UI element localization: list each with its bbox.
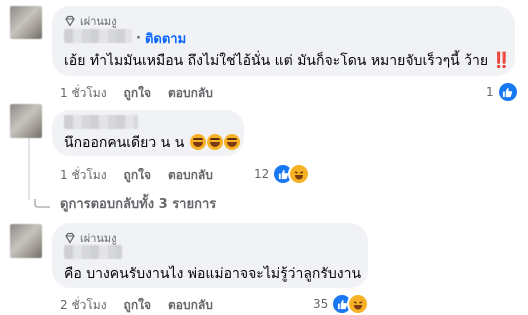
reaction-summary[interactable]: 12 (254, 163, 311, 185)
like-button[interactable]: ถูกใจ (124, 296, 151, 315)
comment-text-body: คือ บางคนรับงานไง พ่อแม่อาจจะไม่รู้ว่าลู… (64, 266, 362, 282)
like-button[interactable]: ถูกใจ (124, 84, 151, 103)
laughing-emoji (206, 134, 223, 150)
comment-text-body: นึกออกคนเดียว น น (64, 135, 185, 151)
diamond-badge-icon (65, 232, 75, 244)
haha-reaction-icon (288, 163, 311, 185)
laughing-emoji (189, 134, 206, 150)
follow-link[interactable]: · ติดตาม (136, 28, 186, 49)
comment-actions: 2 ชั่วโมง ถูกใจ ตอบกลับ (60, 296, 230, 315)
comment-text: คือ บางคนรับงานไง พ่อแม่อาจจะไม่รู้ว่าลู… (64, 265, 361, 283)
follow-label: ติดตาม (144, 32, 187, 47)
timestamp[interactable]: 1 ชั่วโมง (60, 84, 107, 103)
author-name[interactable] (64, 115, 138, 129)
dot-icon: · (136, 31, 141, 46)
comment-text: เอ้ย ทำไมมันเหมือน ถึงไม่ใช่ไอ้นั่น แต่ … (64, 51, 511, 70)
reaction-summary[interactable]: 1 (486, 81, 519, 103)
author-name[interactable] (64, 245, 122, 259)
comment-actions: 1 ชั่วโมง ถูกใจ ตอบกลับ (60, 166, 230, 185)
avatar[interactable] (10, 6, 42, 39)
timestamp[interactable]: 1 ชั่วโมง (60, 166, 107, 185)
laughing-emoji (223, 134, 240, 150)
diamond-badge-icon (65, 15, 75, 27)
timestamp[interactable]: 2 ชั่วโมง (60, 296, 107, 315)
author-name[interactable] (64, 29, 132, 43)
badge-label: เผ่านมงู (80, 15, 117, 28)
reaction-count: 12 (254, 167, 270, 181)
avatar[interactable] (10, 104, 42, 138)
double-exclamation-emoji: ‼️ (492, 51, 511, 69)
reply-button[interactable]: ตอบกลับ (168, 296, 213, 315)
like-button[interactable]: ถูกใจ (124, 166, 151, 185)
reaction-count: 1 (486, 85, 494, 99)
comment-text-body: เอ้ย ทำไมมันเหมือน ถึงไม่ใช่ไอ้นั่น แต่ … (64, 53, 489, 69)
reply-button[interactable]: ตอบกลับ (168, 84, 213, 103)
reply-arrow-icon (34, 198, 50, 208)
fan-badge: เผ่านมงู (64, 12, 117, 30)
like-reaction-icon (496, 81, 519, 103)
reaction-summary[interactable]: 35 (313, 293, 370, 315)
haha-reaction-icon (347, 293, 370, 315)
reaction-count: 35 (313, 297, 329, 311)
reply-button[interactable]: ตอบกลับ (168, 166, 213, 185)
avatar[interactable] (10, 224, 42, 258)
view-replies-link[interactable]: ดูการตอบกลับทั้ง 3 รายการ (34, 193, 216, 214)
comment-actions: 1 ชั่วโมง ถูกใจ ตอบกลับ (60, 84, 230, 103)
comment-text: นึกออกคนเดียว น น (64, 134, 240, 152)
view-replies-label: ดูการตอบกลับทั้ง 3 รายการ (60, 197, 217, 212)
